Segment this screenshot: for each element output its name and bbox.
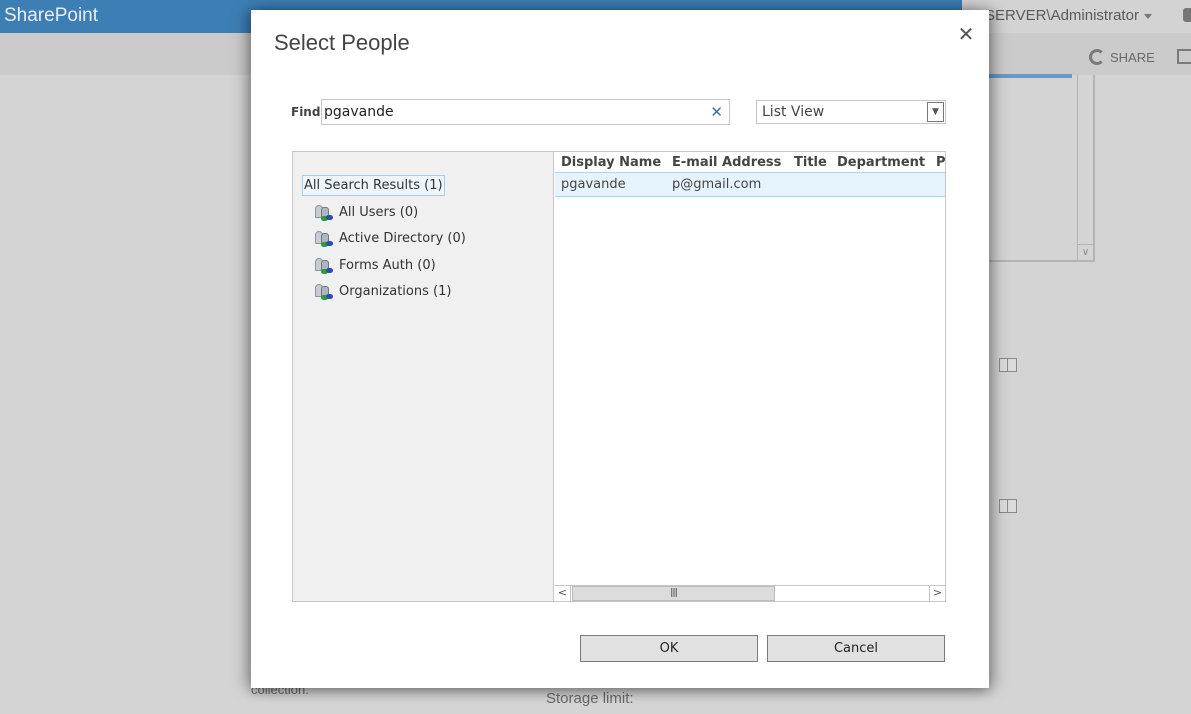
chevron-down-icon[interactable]: ▼ [927,102,944,122]
focus-content-icon[interactable] [1177,49,1191,64]
scroll-down-icon[interactable]: ∨ [1077,244,1094,261]
cancel-button[interactable]: Cancel [767,635,945,662]
people-group-icon [314,257,333,274]
people-group-icon [314,283,333,300]
address-book-icon[interactable] [999,358,1017,372]
scroll-left-icon[interactable]: < [555,586,571,601]
tree-item-label: Active Directory (0) [339,231,466,246]
column-department[interactable]: Department [837,155,925,170]
share-label: SHARE [1110,49,1155,65]
scrollbar-thumb[interactable]: ||| [572,586,775,601]
caret-down-icon [1143,13,1152,19]
results-grid: Display Name E-mail Address Title Depart… [555,152,945,601]
table-row[interactable]: pgavande p@gmail.com [555,172,945,197]
source-tree: All Search Results (1) All Users (0) Act… [293,152,554,601]
clear-search-icon[interactable]: ✕ [710,103,723,121]
ok-button[interactable]: OK [580,635,758,662]
share-button[interactable]: SHARE [1089,49,1155,65]
find-label: Find [291,105,321,119]
tree-item-label: Organizations (1) [339,284,452,299]
view-select-value: List View [762,104,825,120]
dialog-title: Select People [274,30,410,55]
horizontal-scrollbar[interactable]: < ||| > [555,585,945,601]
tree-item-label: All Users (0) [339,205,419,220]
select-people-dialog: Select People ✕ Find ✕ List View ▼ All S… [251,10,989,688]
tree-item-label: Forms Auth (0) [339,258,436,273]
column-phone[interactable]: P [936,155,945,170]
tree-item-active-directory[interactable]: Active Directory (0) [314,230,466,247]
user-menu[interactable]: SERVER\Administrator [985,7,1152,24]
grid-header: Display Name E-mail Address Title Depart… [555,152,945,172]
share-icon [1089,49,1105,65]
cell-display-name: pgavande [561,177,626,192]
column-title[interactable]: Title [794,155,827,170]
gear-icon[interactable] [1183,8,1191,22]
results-panel: All Search Results (1) All Users (0) Act… [292,151,946,602]
close-icon[interactable]: ✕ [955,23,977,45]
find-field: ✕ [321,99,730,125]
tree-item-organizations[interactable]: Organizations (1) [314,283,451,300]
people-group-icon [314,230,333,247]
background-scrollbar[interactable] [1077,75,1094,261]
scroll-right-icon[interactable]: > [929,586,945,601]
user-name: SERVER\Administrator [985,7,1139,24]
column-display-name[interactable]: Display Name [561,155,661,170]
column-email[interactable]: E-mail Address [672,155,781,170]
brand-logo[interactable]: SharePoint [4,5,98,27]
tree-item-all-search-results[interactable]: All Search Results (1) [302,175,445,196]
view-select[interactable]: List View ▼ [756,100,946,124]
tree-item-forms-auth[interactable]: Forms Auth (0) [314,257,436,274]
address-book-icon[interactable] [999,499,1017,513]
tree-item-all-users[interactable]: All Users (0) [314,204,418,221]
cell-email: p@gmail.com [672,177,762,192]
background-text-storage: Storage limit: [546,690,634,707]
people-group-icon [314,204,333,221]
find-input[interactable] [324,102,694,122]
